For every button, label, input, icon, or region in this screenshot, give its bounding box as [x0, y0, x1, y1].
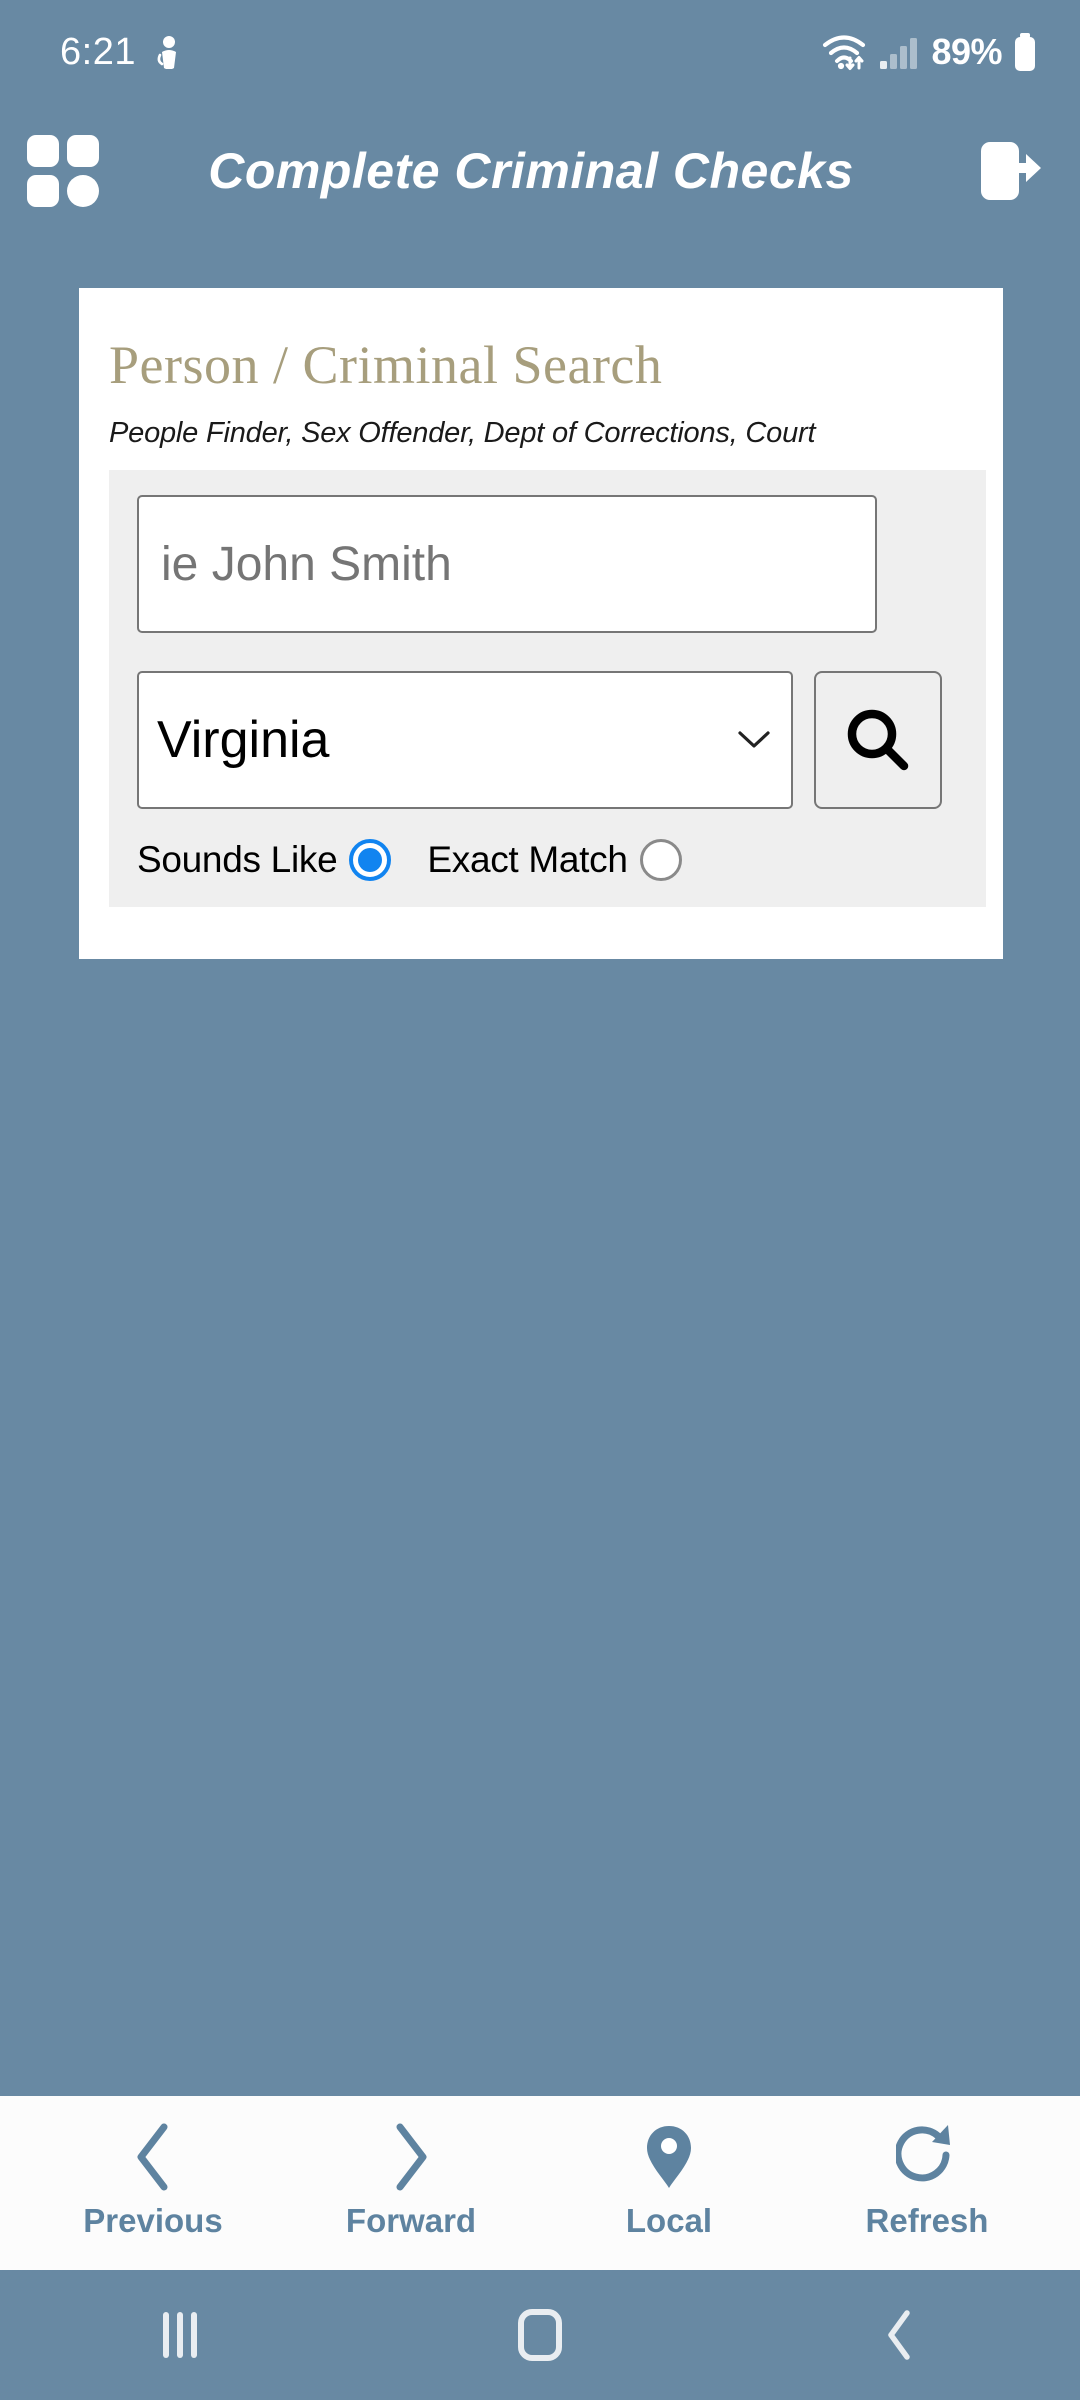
state-select[interactable]: Virginia: [137, 671, 793, 810]
recents-bar: [191, 2312, 197, 2358]
radio-label-sounds-like: Sounds Like: [137, 839, 338, 881]
match-mode-radio-group: Sounds Like Exact Match: [137, 839, 958, 882]
nav-item-previous[interactable]: Previous: [38, 2123, 268, 2240]
system-navigation-bar: [0, 2270, 1080, 2400]
grid-cell: [67, 135, 99, 167]
radio-button-sounds-like[interactable]: [349, 839, 392, 882]
recents-bar: [163, 2312, 169, 2358]
search-button[interactable]: [814, 671, 942, 810]
status-bar: 6:21 89%: [0, 0, 1080, 104]
person-icon: [154, 35, 184, 69]
chevron-left-icon: [131, 2123, 175, 2191]
nav-item-local[interactable]: Local: [554, 2126, 784, 2240]
status-bar-left: 6:21: [60, 31, 184, 74]
recents-glyph: [163, 2312, 197, 2358]
cellular-signal-icon: [879, 35, 921, 69]
app-title: Complete Criminal Checks: [208, 143, 854, 199]
battery-percent-label: 89%: [931, 31, 1002, 72]
search-card-inner: Person / Criminal Search People Finder, …: [79, 288, 1003, 908]
grid-cell: [67, 175, 99, 207]
home-icon[interactable]: [460, 2270, 620, 2400]
search-card: Person / Criminal Search People Finder, …: [79, 288, 1003, 959]
recents-icon[interactable]: [100, 2270, 260, 2400]
nav-item-forward[interactable]: Forward: [296, 2123, 526, 2240]
logout-icon[interactable]: [970, 132, 1048, 210]
recents-bar: [177, 2312, 183, 2358]
nav-label-previous: Previous: [83, 2202, 223, 2239]
nav-item-refresh[interactable]: Refresh: [812, 2125, 1042, 2240]
nav-label-local: Local: [625, 2202, 713, 2239]
page-title: Person / Criminal Search: [109, 335, 663, 395]
nav-label-forward: Forward: [345, 2202, 477, 2239]
app-header: Complete Criminal Checks: [0, 104, 1080, 238]
refresh-icon: [896, 2125, 958, 2188]
status-bar-right: 89%: [821, 31, 1038, 73]
wifi-icon: [821, 32, 869, 72]
grid-menu-icon[interactable]: [24, 132, 102, 210]
search-form-panel: Virginia Sounds: [109, 470, 986, 908]
grid-cell: [27, 175, 59, 207]
battery-icon: [1012, 32, 1038, 72]
radio-label-exact-match: Exact Match: [427, 839, 628, 881]
person-name-input[interactable]: [137, 495, 877, 634]
nav-label-refresh: Refresh: [865, 2202, 989, 2239]
map-pin-icon: [643, 2126, 695, 2188]
radio-button-exact-match[interactable]: [639, 839, 682, 882]
state-and-search-row: Virginia: [137, 671, 958, 810]
status-clock: 6:21: [60, 30, 136, 73]
state-select-wrapper: Virginia: [137, 671, 793, 810]
page-subtitle: People Finder, Sex Offender, Dept of Cor…: [109, 417, 816, 450]
grid-cell: [27, 135, 59, 167]
home-glyph: [518, 2309, 562, 2361]
radio-option-sounds-like[interactable]: Sounds Like: [137, 839, 392, 882]
back-icon[interactable]: [820, 2270, 980, 2400]
bottom-navigation-bar: Previous Forward Local Refresh: [0, 2096, 1080, 2270]
radio-option-exact-match[interactable]: Exact Match: [427, 839, 682, 882]
chevron-right-icon: [389, 2123, 433, 2191]
